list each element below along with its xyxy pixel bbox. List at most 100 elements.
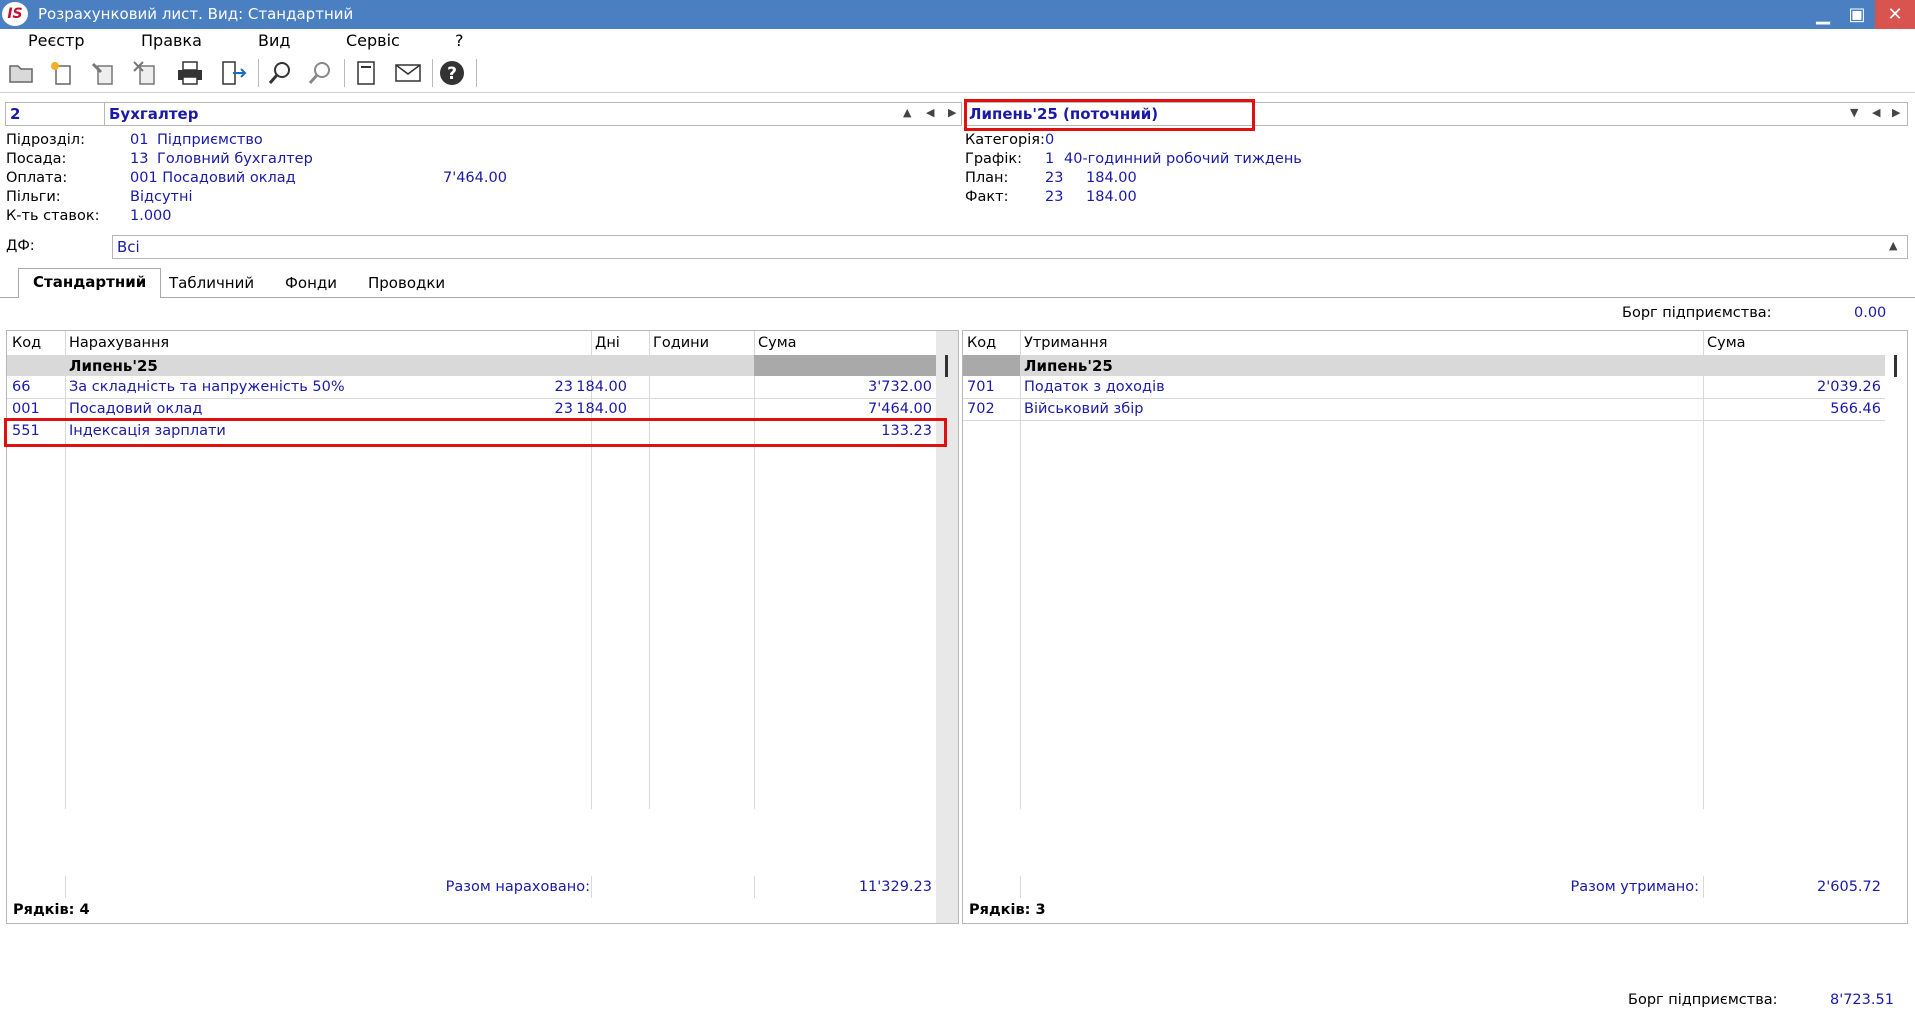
rates-label: К-ть ставок:	[6, 208, 100, 224]
deductions-rows-count: Рядків: 3	[969, 902, 1046, 918]
menu-help[interactable]: ?	[455, 31, 464, 50]
row-code: 701	[967, 379, 995, 395]
deductions-header-sum[interactable]: Сума	[1707, 335, 1746, 351]
help-icon[interactable]: ?	[434, 57, 470, 89]
accruals-header-name[interactable]: Нарахування	[69, 335, 169, 351]
toolbar-separator	[476, 59, 477, 87]
debt-top-value: 0.00	[1854, 305, 1887, 321]
accruals-total-value: 11'329.23	[858, 879, 932, 895]
email-icon[interactable]	[390, 57, 426, 89]
rates-value: 1.000	[130, 208, 172, 224]
category-value: 0	[1045, 132, 1055, 148]
row-days: 23	[554, 379, 573, 395]
filter-search-icon[interactable]	[302, 57, 338, 89]
row-sum: 566.46	[1830, 401, 1881, 417]
schedule-name: 40-годинний робочий тиждень	[1064, 151, 1302, 167]
position-code: 13	[130, 151, 149, 167]
search-icon[interactable]	[262, 57, 298, 89]
employee-name-field[interactable]: Бухгалтер ▲ ◀ ▶	[104, 102, 962, 126]
row-name: Податок з доходів	[1024, 379, 1165, 395]
next-period-icon[interactable]: ▶	[1892, 106, 1900, 119]
schedule-label: Графік:	[965, 151, 1023, 167]
menu-edit[interactable]: Правка	[141, 31, 202, 50]
table-row[interactable]: 702 Військовий збір 566.46	[963, 399, 1885, 421]
table-row[interactable]: 701 Податок з доходів 2'039.26	[963, 376, 1885, 399]
tab-postings[interactable]: Проводки	[354, 270, 459, 298]
df-label: ДФ:	[6, 238, 35, 254]
row-highlight	[4, 418, 947, 447]
group-row-code-cell	[963, 355, 1020, 376]
position-label: Посада:	[6, 151, 67, 167]
toolbar-separator	[432, 59, 433, 87]
deductions-header-name[interactable]: Утримання	[1024, 335, 1107, 351]
table-row[interactable]: 66 За складність та напруженість 50% 23 …	[7, 376, 936, 399]
close-icon[interactable]: ✕	[1875, 0, 1915, 29]
menu-registry[interactable]: Реєстр	[28, 31, 85, 50]
toolbar-separator	[344, 59, 345, 87]
deductions-scroll-thumb[interactable]	[1894, 355, 1897, 377]
accruals-header-days[interactable]: Дні	[595, 335, 620, 351]
menu-view[interactable]: Вид	[258, 31, 290, 50]
col-line	[591, 876, 592, 898]
accruals-header-hours[interactable]: Години	[653, 335, 709, 351]
export-icon[interactable]	[216, 57, 252, 89]
maximize-icon[interactable]: ▣	[1840, 0, 1874, 29]
category-label: Категорія:	[965, 132, 1045, 148]
accruals-scroll-thumb[interactable]	[945, 355, 948, 377]
employee-number-field[interactable]: 2	[5, 102, 105, 126]
print-icon[interactable]	[172, 57, 208, 89]
accruals-rows-count: Рядків: 4	[13, 902, 90, 918]
collapse-up-icon[interactable]: ▲	[903, 106, 911, 119]
open-folder-icon[interactable]	[4, 57, 40, 89]
tab-table[interactable]: Табличний	[155, 270, 268, 298]
edit-document-icon[interactable]	[86, 57, 122, 89]
row-sum: 7'464.00	[868, 401, 932, 417]
plan-hours: 184.00	[1086, 170, 1137, 186]
deductions-scrollbar[interactable]	[1885, 331, 1907, 923]
period-highlight	[964, 99, 1255, 131]
subdivision-label: Підрозділ:	[6, 132, 85, 148]
fact-hours: 184.00	[1086, 189, 1137, 205]
payment-label: Оплата:	[6, 170, 68, 186]
plan-days: 23	[1045, 170, 1064, 186]
accruals-grid: Код Нарахування Дні Години Сума Липень'2…	[4, 330, 959, 924]
toolbar: ?	[0, 53, 1915, 93]
df-dropdown-icon[interactable]: ▲	[1889, 239, 1897, 252]
payment-amount: 7'464.00	[443, 170, 507, 186]
schedule-code: 1	[1045, 151, 1055, 167]
position-name: Головний бухгалтер	[157, 151, 313, 167]
svg-text:?: ?	[447, 64, 457, 84]
benefits-value: Відсутні	[130, 189, 193, 205]
menu-bar: Реєстр Правка Вид Сервіс ?	[0, 29, 1915, 52]
accruals-header-sum[interactable]: Сума	[758, 335, 797, 351]
deductions-header-code[interactable]: Код	[967, 335, 996, 351]
row-code: 001	[12, 401, 40, 417]
payment-value: 001 Посадовий оклад	[130, 170, 296, 186]
row-name: Військовий збір	[1024, 401, 1144, 417]
tab-funds[interactable]: Фонди	[271, 270, 351, 298]
new-document-icon[interactable]	[44, 57, 80, 89]
page-setup-icon[interactable]	[348, 57, 384, 89]
next-icon[interactable]: ▶	[948, 106, 956, 119]
menu-service[interactable]: Сервіс	[346, 31, 400, 50]
deductions-total-label: Разом утримано:	[1570, 879, 1699, 895]
group-row-sum-cell	[754, 355, 936, 376]
toolbar-separator	[258, 59, 259, 87]
prev-period-icon[interactable]: ◀	[1872, 106, 1880, 119]
delete-document-icon[interactable]	[128, 57, 164, 89]
minimize-icon[interactable]: ▁	[1806, 0, 1840, 29]
row-name: Посадовий оклад	[69, 401, 203, 417]
dropdown-icon[interactable]: ▼	[1850, 106, 1858, 119]
prev-icon[interactable]: ◀	[926, 106, 934, 119]
accruals-total-label: Разом нараховано:	[445, 879, 590, 895]
accruals-header-code[interactable]: Код	[12, 335, 41, 351]
employee-name: Бухгалтер	[109, 105, 199, 123]
col-line	[65, 876, 66, 898]
row-days: 23	[554, 401, 573, 417]
row-code: 66	[12, 379, 31, 395]
row-hours: 184.00	[576, 401, 627, 417]
employee-number: 2	[10, 105, 21, 123]
df-value: Всі	[117, 238, 140, 256]
tab-standard[interactable]: Стандартний	[18, 268, 162, 298]
df-select[interactable]: Всі ▲	[112, 235, 1908, 259]
